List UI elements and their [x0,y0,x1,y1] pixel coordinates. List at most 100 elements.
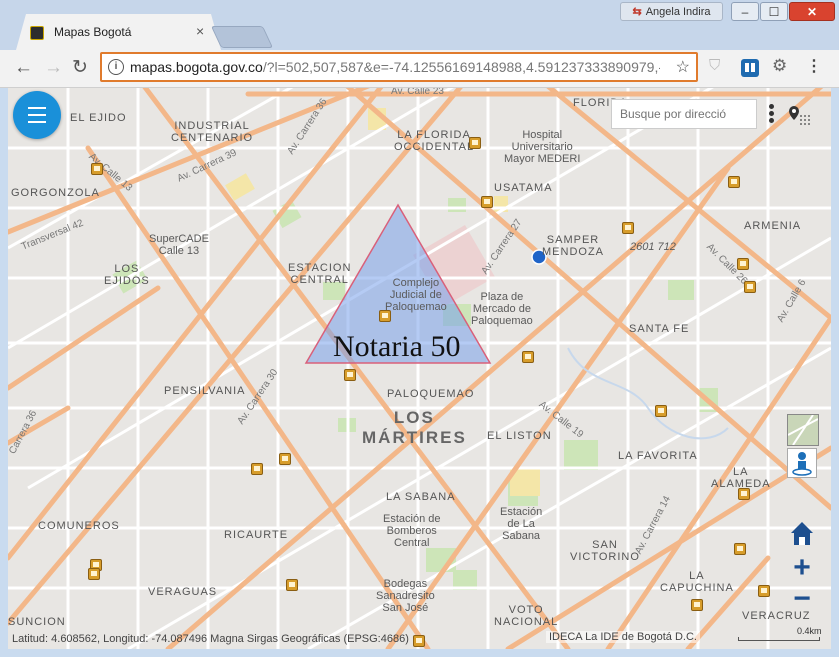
poi-marker-icon[interactable] [622,222,634,234]
minimize-button[interactable]: – [731,2,759,21]
profile-name: Angela Indira [645,5,711,18]
poi-marker-icon[interactable] [91,163,103,175]
poi-marker-icon[interactable] [279,453,291,465]
hamburger-icon-line [28,121,46,123]
poi-marker-icon[interactable] [481,196,493,208]
route-button[interactable] [786,102,814,128]
neighborhood-label: LA CAPUCHINA [660,570,734,594]
site-favicon-icon [30,26,44,40]
streetview-button[interactable] [787,448,817,478]
url-path: /?l=502,507,587&e=-74.12556169148988,4.5… [262,59,660,75]
scale-bar [738,637,820,641]
poi-marker-icon[interactable] [344,369,356,381]
poi-label: Complejo Judicial de Paloquemao [385,277,447,313]
neighborhood-label: SAMPER MENDOZA [542,234,604,258]
address-search-input[interactable] [611,99,757,129]
neighborhood-label: PALOQUEMAO [387,388,475,400]
neighborhood-label: RICAURTE [224,529,289,541]
poi-marker-icon[interactable] [469,137,481,149]
cursor-coordinates: Latitud: 4.608562, Longitud: -74.087496 … [12,633,409,645]
gear-extension-icon[interactable]: ⚙ [772,56,790,75]
poi-marker-icon[interactable] [88,568,100,580]
poi-marker-icon[interactable] [251,463,263,475]
poi-marker-icon[interactable] [286,579,298,591]
switch-profile-icon: ⇆ [632,6,642,18]
address-bar[interactable]: i mapas.bogota.gov.co/?l=502,507,587&e=-… [100,52,698,82]
basemap-thumbnail-icon [787,414,819,446]
poi-marker-icon[interactable] [737,258,749,270]
poi-marker-icon[interactable] [758,585,770,597]
neighborhood-label: LA ALAMEDA [711,466,771,490]
tab-title: Mapas Bogotá [54,25,132,39]
district-label: LOS MÁRTIRES [362,408,467,447]
neighborhood-label: SANTA FE [629,323,690,335]
bookmark-star-icon[interactable]: ☆ [676,57,690,77]
map-base-layer [8,88,831,649]
zoom-out-button[interactable]: − [788,584,816,614]
home-icon [791,522,813,545]
profile-button[interactable]: ⇆ Angela Indira [620,2,723,21]
neighborhood-label: USATAMA [494,182,553,194]
zoom-in-button[interactable]: + [788,553,816,583]
site-info-icon[interactable]: i [108,59,124,75]
map-canvas[interactable]: EL EJIDO INDUSTRIAL CENTENARIO LA FLORID… [8,88,831,649]
neighborhood-label: LA FAVORITA [618,450,698,462]
poi-label: SuperCADE Calle 13 [149,233,209,257]
poi-label: 2601 712 [630,241,676,253]
browser-titlebar: Mapas Bogotá × ⇆ Angela Indira – ☐ ✕ [0,0,839,50]
dot-icon [768,104,774,109]
poi-marker-icon[interactable] [728,176,740,188]
neighborhood-label: EL LISTON [487,430,552,442]
map-menu-button[interactable] [13,91,61,139]
poi-label: Hospital Universitario Mayor MEDERI [504,129,581,165]
poi-marker-icon[interactable] [413,635,425,647]
browser-tab[interactable]: Mapas Bogotá × [16,14,221,50]
street-label: Av. Calle 23 [391,88,444,97]
home-button[interactable] [788,519,816,547]
poi-marker-icon[interactable] [379,310,391,322]
map-attribution: IDECA La IDE de Bogotá D.C. [546,631,700,643]
basemap-toggle-button[interactable] [787,414,819,446]
hamburger-icon-line [28,114,46,116]
neighborhood-label: LA FLORIDA OCCIDENTAL [394,129,475,153]
url-host: mapas.bogota.gov.co [130,59,263,75]
tab-close-icon[interactable]: × [196,23,204,39]
reload-button[interactable]: ↻ [72,57,88,79]
poi-marker-icon[interactable] [738,488,750,500]
search-options-button[interactable] [764,102,778,128]
neighborhood-label: PENSILVANIA [164,385,246,397]
poi-label: Bodegas Sanadresito San José [376,578,435,614]
trello-extension-icon[interactable] [741,59,759,77]
neighborhood-label: INDUSTRIAL CENTENARIO [171,120,254,144]
shield-extension-icon[interactable]: ⛉ [709,57,727,75]
back-button[interactable]: ← [14,57,33,79]
poi-marker-icon[interactable] [655,405,667,417]
poi-marker-icon[interactable] [691,599,703,611]
browser-toolbar: ← → ↻ i mapas.bogota.gov.co/?l=502,507,5… [0,50,839,88]
neighborhood-label: SAN VICTORINO [570,539,640,563]
dot-icon [768,111,774,116]
poi-label: Estación de La Sabana [500,506,543,542]
dot-icon [768,118,774,123]
forward-button[interactable]: → [44,57,63,79]
url-text: mapas.bogota.gov.co/?l=502,507,587&e=-74… [130,59,660,75]
hamburger-icon [28,107,46,109]
neighborhood-label: LA SABANA [386,491,456,503]
poi-marker-icon[interactable] [744,281,756,293]
neighborhood-label: ARMENIA [744,220,802,232]
maximize-button[interactable]: ☐ [760,2,788,21]
poi-marker-icon[interactable] [522,351,534,363]
neighborhood-label: SUNCION [8,616,66,628]
close-window-button[interactable]: ✕ [789,2,835,21]
browser-menu-icon[interactable]: ⋮ [806,56,824,75]
new-tab-button[interactable] [210,26,274,48]
neighborhood-label: COMUNEROS [38,520,120,532]
scale-label: 0.4km [797,626,822,636]
poi-label: Plaza de Mercado de Paloquemao [471,291,533,327]
neighborhood-label: VERAGUAS [148,586,218,598]
poi-marker-icon[interactable] [734,543,746,555]
neighborhood-label: EL EJIDO [70,112,127,124]
neighborhood-label: ESTACION CENTRAL [288,262,352,286]
neighborhood-label: VOTO NACIONAL [494,604,559,628]
notaria-annotation-label: Notaria 50 [333,330,461,363]
